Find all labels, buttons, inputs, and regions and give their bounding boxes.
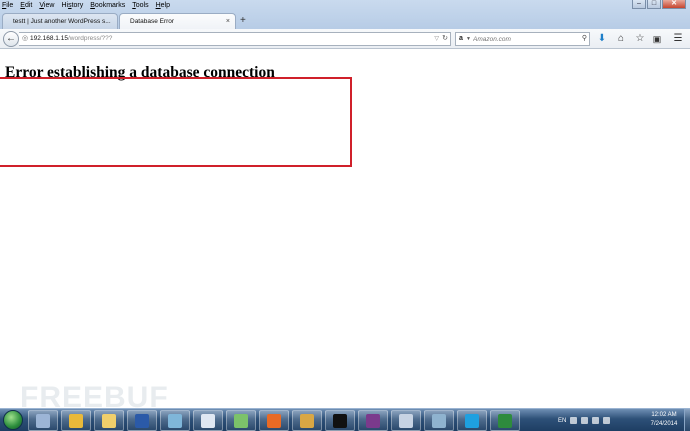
back-button[interactable]: ← [3,31,19,47]
action-center-icon[interactable] [581,417,589,424]
tray-arrow-icon[interactable] [570,417,578,424]
search-bar: a ▼ ⚲ [455,32,590,46]
chrome-icon [69,413,83,428]
menu-item[interactable]: Bookmarks [90,0,125,11]
menu-item[interactable]: View [39,0,54,11]
taskbar-button[interactable] [193,410,223,431]
clock-date: 7/24/2014 [650,421,678,427]
navigation-toolbar: ← ◎ 192.168.1.15/wordpress/??? ▽ ↻ a ▼ ⚲… [0,29,690,49]
notepad-icon [168,413,182,428]
bookmarks-menu-icon[interactable]: ▣ [651,33,663,45]
word-icon [135,413,149,428]
menu-item[interactable]: Help [156,0,170,11]
url-host: 192.168.1.15 [30,35,68,42]
title-bar: File Edit View History Bookmarks Tools Help – … [0,0,690,29]
taskbar-button[interactable] [28,410,58,431]
download-icon[interactable]: ⬇ [596,33,608,45]
taskbar-button[interactable] [61,410,91,431]
paint-icon [234,413,248,428]
winrar-icon [366,413,380,428]
tab-wordpress[interactable]: testt | Just another WordPress s... [2,13,118,29]
paint-brush-icon [399,413,413,428]
taskbar-button[interactable] [391,410,421,431]
url-dropdown-icon[interactable]: ▽ [434,33,439,45]
search-input[interactable] [473,34,573,44]
cmd-icon [333,413,347,428]
taskbar-button[interactable] [490,410,520,431]
taskbar-button[interactable] [424,410,454,431]
volume-icon[interactable] [603,417,611,424]
search-icon[interactable]: ⚲ [582,33,587,45]
maximize-button[interactable]: □ [647,0,661,9]
document-icon [201,413,215,428]
new-tab-icon[interactable]: + [240,14,246,28]
tab-database-error[interactable]: Database Error × [119,13,236,29]
excel-icon [498,413,512,428]
taskbar-button[interactable] [127,410,157,431]
menu-item[interactable]: File [2,0,13,11]
taskbar-button[interactable] [325,410,355,431]
engine-dropdown-icon[interactable]: ▼ [466,33,471,45]
network-icon [300,413,314,428]
tool-icon [432,413,446,428]
highlight-box [0,77,352,167]
close-tab-icon[interactable]: × [226,14,230,29]
skype-icon [465,413,479,428]
taskbar-button[interactable] [292,410,322,431]
back-arrow-icon: ← [6,33,16,44]
menu-bar: File Edit View History Bookmarks Tools Help [2,0,170,11]
close-button[interactable]: ✕ [662,0,686,9]
reload-icon[interactable]: ↻ [442,33,448,45]
start-button[interactable] [3,410,23,430]
url-path: /wordpress/??? [67,35,113,42]
show-desktop-button[interactable] [684,409,690,431]
home-icon[interactable]: ⌂ [615,33,627,45]
page-content: Error establishing a database connection [0,50,690,408]
network-tray-icon[interactable] [592,417,600,424]
firefox-icon [267,413,281,428]
clock[interactable]: 12:02 AM 7/24/2014 [645,411,683,429]
menu-icon[interactable]: ☰ [672,33,684,45]
menu-item[interactable]: History [61,0,83,11]
system-tray: EN [558,410,611,431]
taskbar-button[interactable] [226,410,256,431]
menu-item[interactable]: Edit [20,0,32,11]
amazon-engine-icon[interactable]: a [459,33,463,45]
taskbar-button[interactable] [457,410,487,431]
minimize-button[interactable]: – [632,0,646,9]
file-explorer-icon [102,413,116,428]
taskbar-button[interactable] [358,410,388,431]
tab-label: Database Error [130,18,175,25]
browser-window: File Edit View History Bookmarks Tools Help – … [0,0,690,431]
taskbar-button[interactable] [259,410,289,431]
tab-label: testt | Just another WordPress s... [13,18,111,25]
bookmark-star-icon[interactable]: ☆ [634,33,646,45]
taskbar-button[interactable] [160,410,190,431]
window-controls: – □ ✕ [632,0,686,9]
menu-item[interactable]: Tools [132,0,148,11]
explorer-window [36,413,50,428]
language-indicator[interactable]: EN [558,418,566,424]
url-bar[interactable]: ◎ 192.168.1.15/wordpress/??? ▽ ↻ [19,32,451,46]
taskbar-button[interactable] [94,410,124,431]
globe-icon: ◎ [22,35,29,42]
taskbar: EN 12:02 AM 7/24/2014 [0,408,690,431]
clock-time: 12:02 AM [651,412,677,418]
